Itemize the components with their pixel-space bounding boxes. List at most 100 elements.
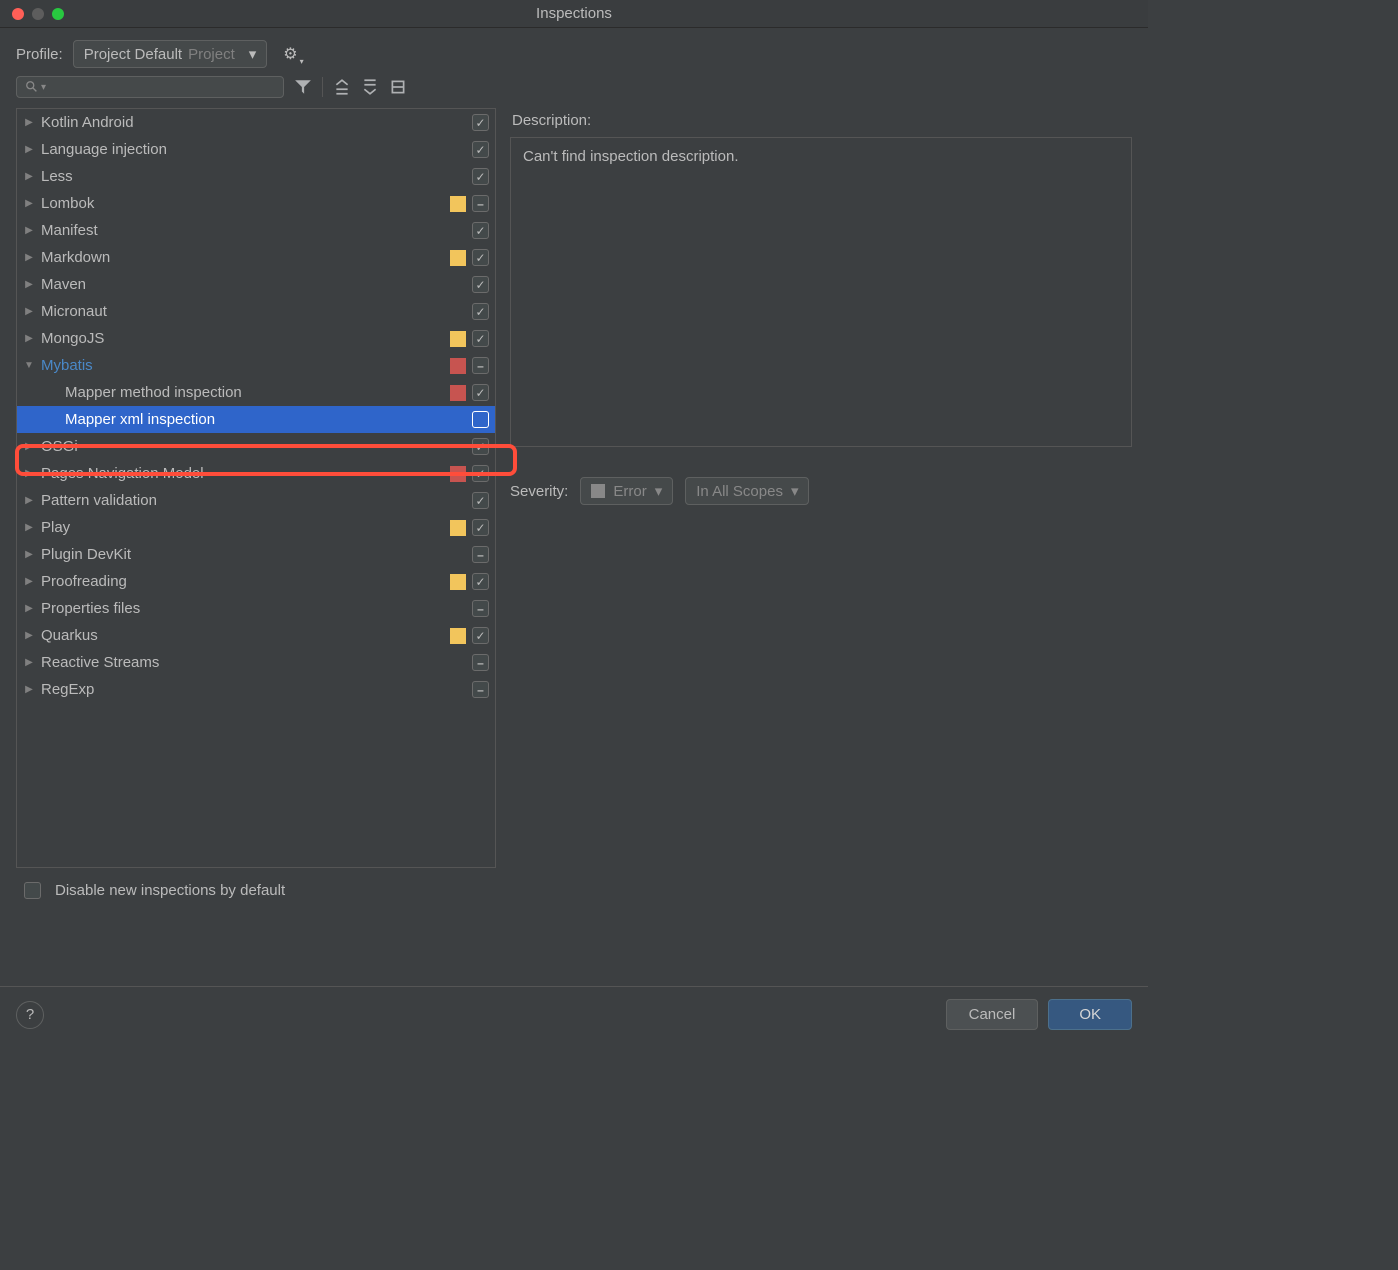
- tree-item[interactable]: ▶Play: [17, 514, 495, 541]
- inspection-checkbox[interactable]: [472, 654, 489, 671]
- inspection-checkbox[interactable]: [472, 330, 489, 347]
- tree-item[interactable]: ▶Lombok: [17, 190, 495, 217]
- inspection-checkbox[interactable]: [472, 384, 489, 401]
- tree-item-label: Reactive Streams: [37, 654, 472, 671]
- expand-arrow-icon[interactable]: ▼: [21, 360, 37, 371]
- expand-arrow-icon[interactable]: ▶: [21, 468, 37, 479]
- help-button[interactable]: ?: [16, 1001, 44, 1029]
- expand-arrow-icon[interactable]: ▶: [21, 225, 37, 236]
- tree-item[interactable]: ▶Pattern validation: [17, 487, 495, 514]
- tree-item[interactable]: ▶Markdown: [17, 244, 495, 271]
- expand-arrow-icon[interactable]: ▶: [21, 333, 37, 344]
- tree-item[interactable]: ▶Micronaut: [17, 298, 495, 325]
- inspection-checkbox[interactable]: [472, 303, 489, 320]
- profile-dropdown[interactable]: Project Default Project ▾: [73, 40, 268, 68]
- tree-item-label: Manifest: [37, 222, 472, 239]
- tree-item-label: Quarkus: [37, 627, 450, 644]
- inspection-checkbox[interactable]: [472, 438, 489, 455]
- titlebar: Inspections: [0, 0, 1148, 28]
- expand-arrow-icon[interactable]: ▶: [21, 495, 37, 506]
- expand-arrow-icon[interactable]: ▶: [21, 630, 37, 641]
- tree-item[interactable]: ▶Proofreading: [17, 568, 495, 595]
- expand-arrow-icon[interactable]: ▶: [21, 144, 37, 155]
- tree-item[interactable]: ▶Plugin DevKit: [17, 541, 495, 568]
- tree-item[interactable]: ▶OSGi: [17, 433, 495, 460]
- expand-arrow-icon[interactable]: ▶: [21, 549, 37, 560]
- inspection-checkbox[interactable]: [472, 681, 489, 698]
- inspection-checkbox[interactable]: [472, 168, 489, 185]
- inspection-checkbox[interactable]: [472, 195, 489, 212]
- tree-item-label: Lombok: [37, 195, 450, 212]
- profile-scope: Project: [188, 46, 235, 63]
- minimize-icon[interactable]: [32, 8, 44, 20]
- expand-arrow-icon[interactable]: ▶: [21, 117, 37, 128]
- expand-all-icon[interactable]: [333, 78, 351, 96]
- tree-item[interactable]: ▶RegExp: [17, 676, 495, 703]
- tree-item[interactable]: ▶Properties files: [17, 595, 495, 622]
- tree-item[interactable]: ▼Mybatis: [17, 352, 495, 379]
- inspection-checkbox[interactable]: [472, 492, 489, 509]
- maximize-icon[interactable]: [52, 8, 64, 20]
- severity-value: Error: [613, 483, 646, 500]
- search-input[interactable]: ▾: [16, 76, 284, 98]
- tree-item[interactable]: ▶Kotlin Android: [17, 109, 495, 136]
- cancel-button[interactable]: Cancel: [946, 999, 1039, 1030]
- tree-item-label: Play: [37, 519, 450, 536]
- inspection-checkbox[interactable]: [472, 465, 489, 482]
- reset-icon[interactable]: [389, 78, 407, 96]
- tree-item[interactable]: ▶MongoJS: [17, 325, 495, 352]
- disable-new-row: Disable new inspections by default: [0, 876, 1148, 913]
- tree-child-item[interactable]: Mapper xml inspection: [17, 406, 495, 433]
- severity-row: Severity: Error ▾ In All Scopes ▾: [510, 477, 1132, 505]
- tree-item[interactable]: ▶Quarkus: [17, 622, 495, 649]
- inspection-checkbox[interactable]: [472, 573, 489, 590]
- inspection-tree[interactable]: ▶Kotlin Android▶Language injection▶Less▶…: [16, 108, 496, 868]
- expand-arrow-icon[interactable]: ▶: [21, 603, 37, 614]
- chevron-down-icon: ▾: [791, 482, 799, 500]
- inspection-checkbox[interactable]: [472, 276, 489, 293]
- inspection-checkbox[interactable]: [472, 141, 489, 158]
- expand-arrow-icon[interactable]: ▶: [21, 252, 37, 263]
- search-icon: [25, 80, 39, 94]
- tree-item-label: OSGi: [37, 438, 472, 455]
- expand-arrow-icon[interactable]: ▶: [21, 684, 37, 695]
- tree-item[interactable]: ▶Maven: [17, 271, 495, 298]
- tree-item-label: Kotlin Android: [37, 114, 472, 131]
- filter-icon[interactable]: [294, 78, 312, 96]
- disable-new-checkbox[interactable]: [24, 882, 41, 899]
- tree-item[interactable]: ▶Pages Navigation Model: [17, 460, 495, 487]
- tree-item[interactable]: ▶Less: [17, 163, 495, 190]
- expand-arrow-icon[interactable]: ▶: [21, 279, 37, 290]
- inspection-checkbox[interactable]: [472, 627, 489, 644]
- inspection-checkbox[interactable]: [472, 546, 489, 563]
- inspection-checkbox[interactable]: [472, 519, 489, 536]
- chevron-down-icon: ▾: [41, 82, 46, 93]
- expand-arrow-icon[interactable]: ▶: [21, 306, 37, 317]
- inspection-checkbox[interactable]: [472, 600, 489, 617]
- inspection-checkbox[interactable]: [472, 222, 489, 239]
- tree-item-label: Pages Navigation Model: [37, 465, 450, 482]
- severity-dropdown[interactable]: Error ▾: [580, 477, 673, 505]
- gear-icon[interactable]: ⚙: [283, 44, 297, 64]
- ok-button[interactable]: OK: [1048, 999, 1132, 1030]
- scope-dropdown[interactable]: In All Scopes ▾: [685, 477, 809, 505]
- expand-arrow-icon[interactable]: ▶: [21, 657, 37, 668]
- expand-arrow-icon[interactable]: ▶: [21, 198, 37, 209]
- inspection-checkbox[interactable]: [472, 411, 489, 428]
- inspection-checkbox[interactable]: [472, 357, 489, 374]
- inspection-checkbox[interactable]: [472, 114, 489, 131]
- inspection-checkbox[interactable]: [472, 249, 489, 266]
- close-icon[interactable]: [12, 8, 24, 20]
- window-title: Inspections: [536, 5, 612, 22]
- expand-arrow-icon[interactable]: ▶: [21, 576, 37, 587]
- expand-arrow-icon[interactable]: ▶: [21, 441, 37, 452]
- expand-arrow-icon[interactable]: ▶: [21, 522, 37, 533]
- expand-arrow-icon[interactable]: ▶: [21, 171, 37, 182]
- tree-item-label: MongoJS: [37, 330, 450, 347]
- window-controls: [0, 8, 64, 20]
- tree-child-item[interactable]: Mapper method inspection: [17, 379, 495, 406]
- collapse-all-icon[interactable]: [361, 78, 379, 96]
- tree-item[interactable]: ▶Language injection: [17, 136, 495, 163]
- tree-item[interactable]: ▶Reactive Streams: [17, 649, 495, 676]
- tree-item[interactable]: ▶Manifest: [17, 217, 495, 244]
